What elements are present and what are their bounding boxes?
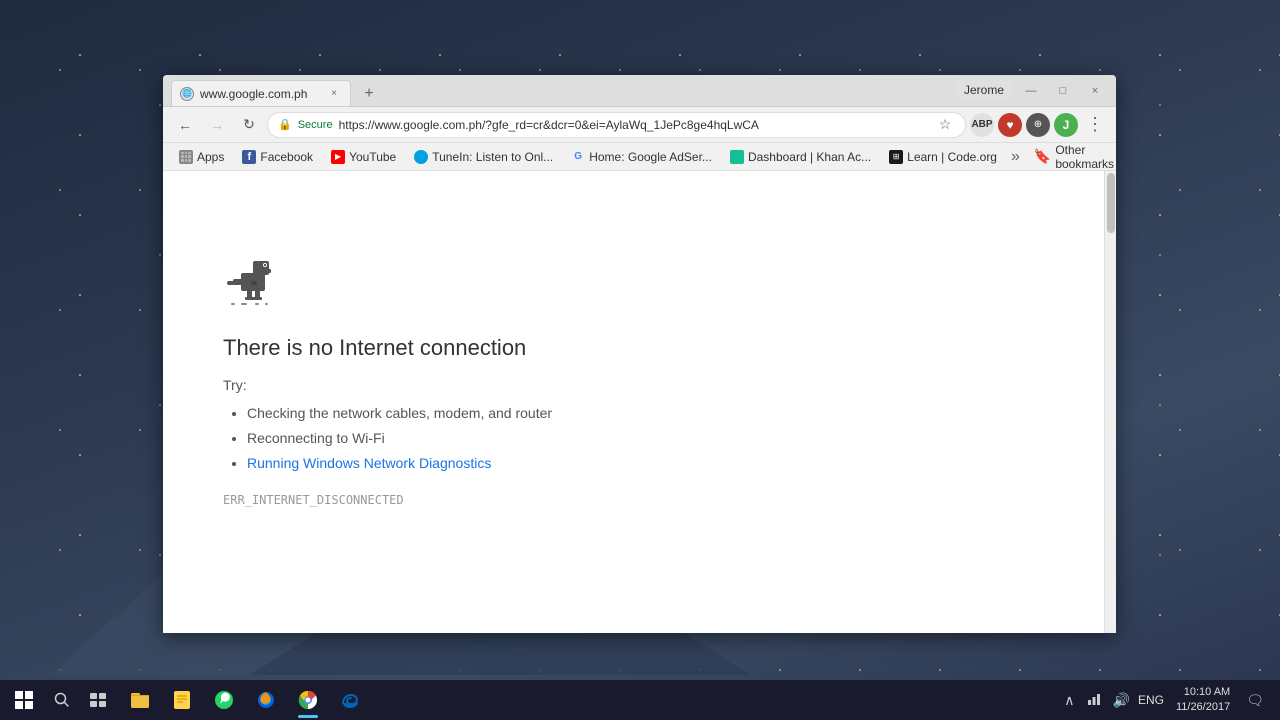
notification-center-icon[interactable]: 🗨 [1242,692,1268,709]
search-button[interactable] [44,682,80,718]
heart-extension-icon[interactable]: ♥ [998,113,1022,137]
taskbar-chrome[interactable] [288,680,328,720]
volume-icon[interactable]: 🔊 [1109,692,1134,709]
title-bar: 🌐 www.google.com.ph × + Jerome — □ × [163,75,1116,107]
bookmark-facebook[interactable]: f Facebook [234,148,321,166]
bookmark-youtube-label: YouTube [349,150,396,164]
error-try-label: Try: [223,377,247,393]
taskbar-firefox[interactable] [246,680,286,720]
right-extension-icons: ABP ♥ ⊕ J ⋮ [970,113,1108,137]
clock-date: 11/26/2017 [1176,700,1230,715]
bookmark-facebook-label: Facebook [260,150,313,164]
page-content: There is no Internet connection Try: Che… [163,171,1116,633]
task-view-button[interactable] [80,682,116,718]
tab-title: www.google.com.ph [200,87,320,101]
bookmark-tunein[interactable]: TuneIn: Listen to Onl... [406,148,561,166]
taskbar-right: ∧ 🔊 ENG 10:10 AM 11/26/2017 🗨 [1060,685,1276,716]
bookmark-khan-label: Dashboard | Khan Ac... [748,150,871,164]
other-bookmarks-label: Other bookmarks [1055,143,1114,171]
tunein-icon [414,150,428,164]
window-controls: Jerome — □ × [956,81,1108,101]
scrollbar-thumb[interactable] [1107,173,1115,233]
network-icon[interactable] [1083,692,1105,709]
taskbar-file-explorer[interactable] [120,680,160,720]
error-title: There is no Internet connection [223,335,526,361]
close-button[interactable]: × [1082,81,1108,101]
system-clock[interactable]: 10:10 AM 11/26/2017 [1168,685,1238,716]
error-page: There is no Internet connection Try: Che… [163,171,1104,633]
chrome-menu-button[interactable]: ⋮ [1082,114,1108,135]
suggestion-1: Checking the network cables, modem, and … [247,401,552,426]
bookmark-khan[interactable]: Dashboard | Khan Ac... [722,148,879,166]
tab-favicon: 🌐 [180,87,194,101]
tab-bar: 🌐 www.google.com.ph × + [171,75,956,106]
bookmarks-bar: Apps f Facebook YouTube TuneIn: Listen t… [163,143,1116,171]
taskbar-notes[interactable] [162,680,202,720]
user-avatar[interactable]: J [1054,113,1078,137]
bookmark-google-label: Home: Google AdSer... [589,150,712,164]
code-icon: ⊞ [889,150,903,164]
desktop: 🌐 www.google.com.ph × + Jerome — □ × ← →… [0,0,1280,720]
other-bookmarks[interactable]: 🔖 Other bookmarks [1026,143,1116,171]
language-indicator: ENG [1138,693,1164,707]
navigation-bar: ← → ↻ 🔒 Secure https://www.google.com.ph… [163,107,1116,143]
bookmark-code[interactable]: ⊞ Learn | Code.org [881,148,1005,166]
reload-button[interactable]: ↻ [235,111,263,139]
secure-label: Secure [298,119,333,131]
tab-close-button[interactable]: × [326,86,342,102]
suggestion-3: Running Windows Network Diagnostics [247,451,552,476]
bookmark-youtube[interactable]: YouTube [323,148,404,166]
taskbar-whatsapp[interactable] [204,680,244,720]
active-tab[interactable]: 🌐 www.google.com.ph × [171,80,351,106]
clock-time: 10:10 AM [1184,685,1230,700]
network-diagnostics-link[interactable]: Running Windows Network Diagnostics [247,455,491,471]
error-code: ERR_INTERNET_DISCONNECTED [223,493,404,507]
extension2-icon[interactable]: ⊕ [1026,113,1050,137]
show-hidden-icons[interactable]: ∧ [1060,692,1078,709]
bookmark-apps-label: Apps [197,150,224,164]
maximize-button[interactable]: □ [1050,81,1076,101]
adblock-icon[interactable]: ABP [970,113,994,137]
scrollbar[interactable] [1104,171,1116,633]
suggestion-2: Reconnecting to Wi-Fi [247,426,552,451]
taskbar-edge[interactable] [330,680,370,720]
windows-logo [15,691,33,709]
new-tab-button[interactable]: + [355,82,383,106]
browser-window: 🌐 www.google.com.ph × + Jerome — □ × ← →… [163,75,1116,633]
address-bar[interactable]: 🔒 Secure https://www.google.com.ph/?gfe_… [267,112,966,138]
taskbar: ∧ 🔊 ENG 10:10 AM 11/26/2017 🗨 [0,680,1280,720]
bookmark-tunein-label: TuneIn: Listen to Onl... [432,150,553,164]
minimize-button[interactable]: — [1018,81,1044,101]
user-name: Jerome [956,81,1012,101]
google-icon: G [571,150,585,164]
forward-button[interactable]: → [203,111,231,139]
url-text: https://www.google.com.ph/?gfe_rd=cr&dcr… [339,118,929,132]
bookmark-code-label: Learn | Code.org [907,150,997,164]
more-bookmarks-button[interactable]: » [1007,146,1024,168]
khan-icon [730,150,744,164]
bookmark-apps[interactable]: Apps [171,148,232,166]
facebook-icon: f [242,150,256,164]
back-button[interactable]: ← [171,111,199,139]
apps-bookmark-icon [179,150,193,164]
secure-icon: 🔒 [278,118,292,131]
bookmark-star-icon[interactable]: ☆ [935,115,955,135]
youtube-icon [331,150,345,164]
dino-area: There is no Internet connection Try: Che… [223,251,552,507]
bookmark-google[interactable]: G Home: Google AdSer... [563,148,720,166]
taskbar-apps [120,680,370,720]
dinosaur-icon [223,251,278,311]
error-suggestions-list: Checking the network cables, modem, and … [223,401,552,477]
start-button[interactable] [4,680,44,720]
